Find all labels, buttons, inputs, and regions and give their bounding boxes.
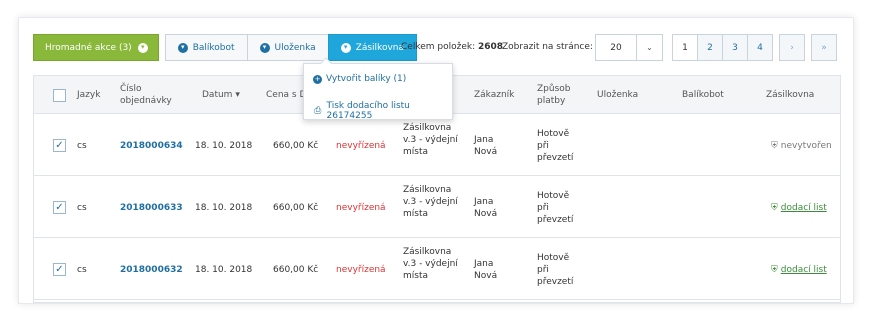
table-row[interactable]: ✓ cs 2018000632 18. 10. 2018 660,00 Kč n… — [34, 238, 840, 300]
page-4-button[interactable]: 4 — [747, 34, 773, 61]
row-payment: Hotově při převzetí — [537, 253, 574, 287]
row-price: 660,00 Kč — [273, 203, 319, 213]
tab-ulozenka-label: Uloženka — [274, 42, 316, 53]
order-number-link[interactable]: 2018000633 — [120, 202, 183, 214]
row-price: 660,00 Kč — [273, 265, 319, 275]
zasilkovna-dropdown-menu: + Vytvořit balíky (1) ⎙ Tisk dodacího li… — [303, 57, 453, 121]
next-page-button[interactable]: › — [779, 34, 805, 61]
row-shipping: Zásilkovna v.3 - výdejní místa — [403, 123, 458, 157]
delivery-note-link[interactable]: ⛨ dodací list — [771, 202, 827, 214]
row-language: cs — [77, 265, 87, 275]
delivery-note-label: dodací list — [780, 203, 827, 213]
row-state: nevyřízená — [336, 141, 386, 151]
row-date: 18. 10. 2018 — [195, 141, 253, 151]
row-checkbox[interactable]: ✓ — [53, 201, 66, 214]
row-language: cs — [77, 141, 87, 151]
printer-icon: ⎙ — [314, 106, 322, 116]
chevron-down-icon: ▾ — [177, 42, 188, 53]
shield-icon: ⛨ — [771, 265, 778, 275]
create-packages-label: Vytvořit balíky (1) — [326, 74, 407, 84]
create-packages-menu-item[interactable]: + Vytvořit balíky (1) — [313, 74, 406, 84]
chevron-down-icon: ▾ — [340, 42, 351, 53]
row-date: 18. 10. 2018 — [195, 203, 253, 213]
row-shipping: Zásilkovna v.3 - výdejní místa — [403, 247, 458, 281]
shield-icon: ⛨ — [771, 141, 778, 151]
row-state: nevyřízená — [336, 265, 386, 275]
tab-ulozenka[interactable]: ▾ Uloženka — [246, 34, 329, 61]
bulk-actions-label: Hromadné akce (3) — [45, 42, 132, 53]
total-label: Celkem položek: — [401, 42, 476, 52]
header-balikobot: Balíkobot — [682, 90, 724, 100]
table-row[interactable]: ✓ cs 2018000633 18. 10. 2018 660,00 Kč n… — [34, 176, 840, 238]
row-payment: Hotově při převzetí — [537, 191, 574, 225]
row-price: 660,00 Kč — [273, 141, 319, 151]
row-customer: Jana Nová — [474, 259, 498, 281]
row-shipping: Zásilkovna v.3 - výdejní místa — [403, 185, 458, 219]
bulk-actions-button[interactable]: Hromadné akce (3) ▾ — [33, 34, 159, 61]
row-language: cs — [77, 203, 87, 213]
header-date-label: Datum — [202, 90, 233, 100]
tab-zasilkovna-label: Zásilkovna — [355, 42, 405, 53]
row-customer: Jana Nová — [474, 197, 498, 219]
per-page-value: 20 — [610, 42, 622, 53]
per-page-label: Zobrazit na stránce: — [502, 42, 593, 52]
pagination: 1 2 3 4 › » — [672, 34, 837, 61]
row-customer: Jana Nová — [474, 135, 498, 157]
orders-panel: Hromadné akce (3) ▾ ▾ Balíkobot ▾ Uložen… — [18, 17, 854, 304]
row-state: nevyřízená — [336, 203, 386, 213]
order-number-link[interactable]: 2018000634 — [120, 140, 183, 152]
shield-icon: ⛨ — [771, 203, 778, 213]
zasilkovna-status: ⛨ nevytvořen — [771, 140, 832, 152]
page-1-button[interactable]: 1 — [672, 34, 698, 61]
tab-balikobot[interactable]: ▾ Balíkobot — [164, 34, 248, 61]
chevron-down-icon: ▾ — [137, 42, 148, 53]
chevron-down-icon: ▾ — [259, 42, 270, 53]
last-page-button[interactable]: » — [811, 34, 837, 61]
toolbar: Hromadné akce (3) ▾ ▾ Balíkobot ▾ Uložen… — [33, 34, 418, 61]
print-delivery-note-menu-item[interactable]: ⎙ Tisk dodacího listu 26174255 — [313, 101, 452, 121]
sort-desc-icon: ▾ — [235, 90, 240, 100]
per-page-select[interactable]: 20 ⌄ — [595, 34, 663, 61]
row-checkbox[interactable]: ✓ — [53, 139, 66, 152]
delivery-note-link[interactable]: ⛨ dodací list — [771, 264, 827, 276]
header-payment[interactable]: Způsob platby — [537, 83, 587, 107]
row-date: 18. 10. 2018 — [195, 265, 253, 275]
print-delivery-note-label: Tisk dodacího listu 26174255 — [326, 101, 410, 121]
total-value: 2608 — [477, 42, 504, 52]
select-all-checkbox[interactable] — [53, 89, 66, 102]
header-language: Jazyk — [77, 90, 101, 100]
header-date[interactable]: Datum ▾ — [202, 89, 240, 101]
header-ulozenka: Uloženka — [597, 90, 639, 100]
row-payment: Hotově při převzetí — [537, 129, 574, 163]
header-order-number[interactable]: Číslo objednávky — [120, 83, 180, 107]
page-2-button[interactable]: 2 — [697, 34, 723, 61]
header-zasilkovna: Zásilkovna — [766, 90, 815, 100]
chevron-down-icon: ⌄ — [636, 35, 662, 60]
tab-balikobot-label: Balíkobot — [192, 42, 235, 53]
zasilkovna-status-label: nevytvořen — [780, 141, 832, 151]
row-checkbox[interactable]: ✓ — [53, 263, 66, 276]
table-row[interactable]: ✓ cs 2018000634 18. 10. 2018 660,00 Kč n… — [34, 114, 840, 176]
plus-icon: + — [313, 74, 322, 84]
order-number-link[interactable]: 2018000632 — [120, 264, 183, 276]
total-items: Celkem položek: 2608 — [401, 42, 503, 52]
page-3-button[interactable]: 3 — [722, 34, 748, 61]
delivery-note-label: dodací list — [780, 265, 827, 275]
header-customer[interactable]: Zákazník — [474, 89, 514, 101]
